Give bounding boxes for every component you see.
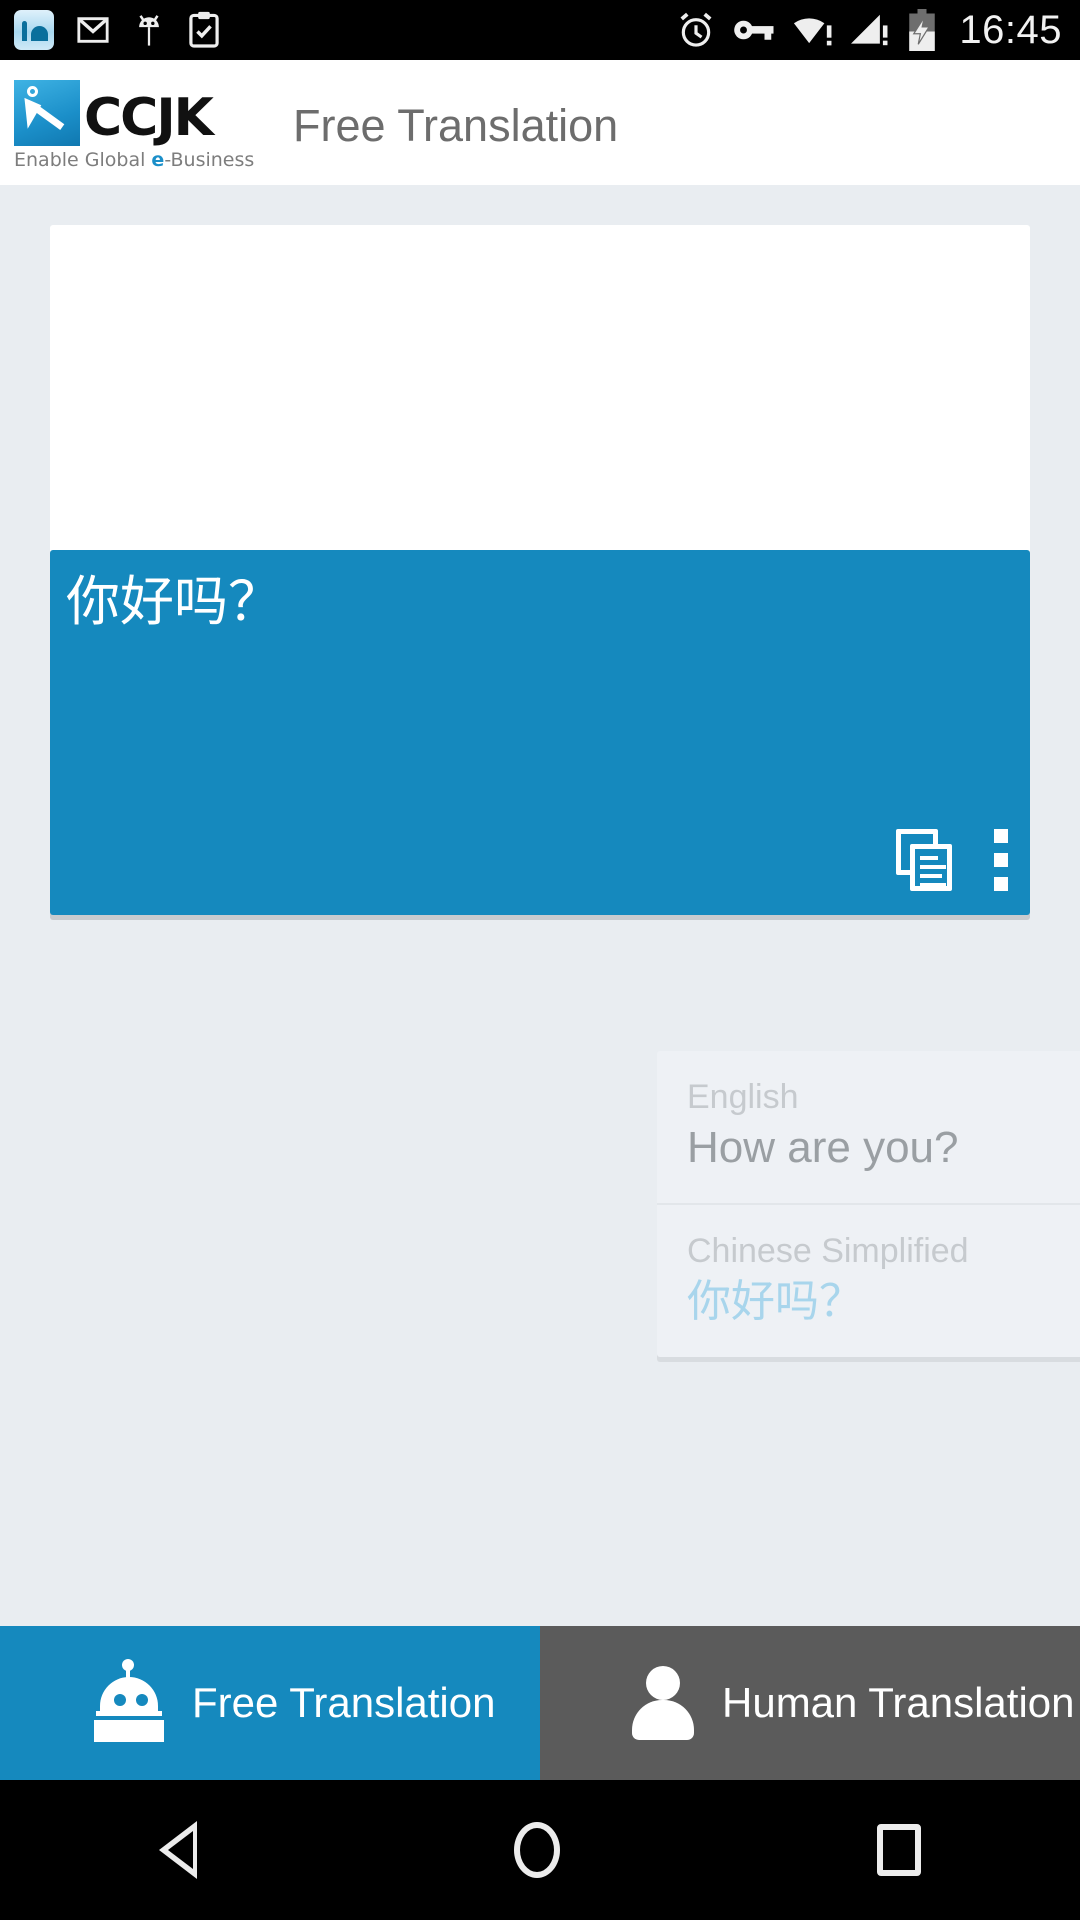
list-item[interactable]: English How are you? <box>657 1051 1080 1203</box>
output-card-actions <box>896 829 1008 891</box>
cell-signal-warning-icon <box>851 14 888 46</box>
android-navigation-bar <box>0 1780 1080 1920</box>
robot-icon <box>92 1659 164 1742</box>
back-icon[interactable] <box>158 1821 197 1879</box>
copy-icon[interactable] <box>896 829 954 891</box>
translation-history-panel: English How are you? Chinese Simplified … <box>657 1051 1080 1357</box>
tab-free-translation-label: Free Translation <box>192 1679 496 1726</box>
source-text-input[interactable] <box>50 225 1030 269</box>
ccjk-logo: CCJK Enable Global e-Business <box>14 80 264 171</box>
bottom-tab-bar: Free Translation Human Translation <box>0 1626 1080 1780</box>
gmail-icon <box>77 17 109 43</box>
source-text-card[interactable] <box>50 225 1030 565</box>
ccjk-logo-tagline: Enable Global e-Business <box>14 149 264 171</box>
android-bug-icon <box>139 15 159 46</box>
person-icon <box>632 1666 694 1740</box>
tagline-part-1: Enable Global <box>14 149 152 171</box>
tab-human-translation[interactable]: Human Translation <box>540 1626 1080 1780</box>
vpn-key-icon <box>734 20 774 40</box>
ccjk-logo-mark-icon <box>14 80 80 146</box>
tab-human-translation-label: Human Translation <box>722 1679 1075 1726</box>
recents-icon[interactable] <box>877 1824 922 1876</box>
translation-output-card[interactable]: 你好吗？ <box>50 550 1030 915</box>
status-bar-right-icons: 16:45 <box>677 8 1080 53</box>
page-title: Free Translation <box>293 100 619 151</box>
history-item-language: English <box>687 1078 799 1116</box>
status-bar-clock: 16:45 <box>959 7 1062 52</box>
status-bar-left-icons <box>0 10 220 50</box>
app-bar: CCJK Enable Global e-Business Free Trans… <box>0 60 1080 185</box>
history-item-text: 你好吗？ <box>687 1276 863 1327</box>
history-item-text: How are you? <box>687 1123 959 1172</box>
tagline-part-2: -Business <box>164 149 255 171</box>
alarm-clock-icon <box>680 12 712 47</box>
clipboard-check-icon <box>189 11 219 48</box>
tab-free-translation[interactable]: Free Translation <box>0 1626 540 1780</box>
ccjk-logo-text: CCJK <box>84 88 214 148</box>
content-area: 你好吗？ English How are you? Chinese Simpli… <box>0 185 1080 1626</box>
history-item-language: Chinese Simplified <box>687 1232 969 1270</box>
wifi-warning-icon <box>794 18 832 46</box>
status-bar: 16:45 <box>0 0 1080 60</box>
battery-charging-icon <box>909 9 936 51</box>
prayer-app-icon <box>14 10 54 50</box>
app-screen: 16:45 CCJK Enable Global e-Business Free… <box>0 0 1080 1920</box>
translation-output-text: 你好吗？ <box>66 570 282 633</box>
home-icon[interactable] <box>513 1822 560 1878</box>
list-item[interactable]: Chinese Simplified 你好吗？ <box>657 1203 1080 1357</box>
overflow-menu-icon[interactable] <box>994 829 1008 891</box>
tagline-e: e <box>151 149 165 171</box>
